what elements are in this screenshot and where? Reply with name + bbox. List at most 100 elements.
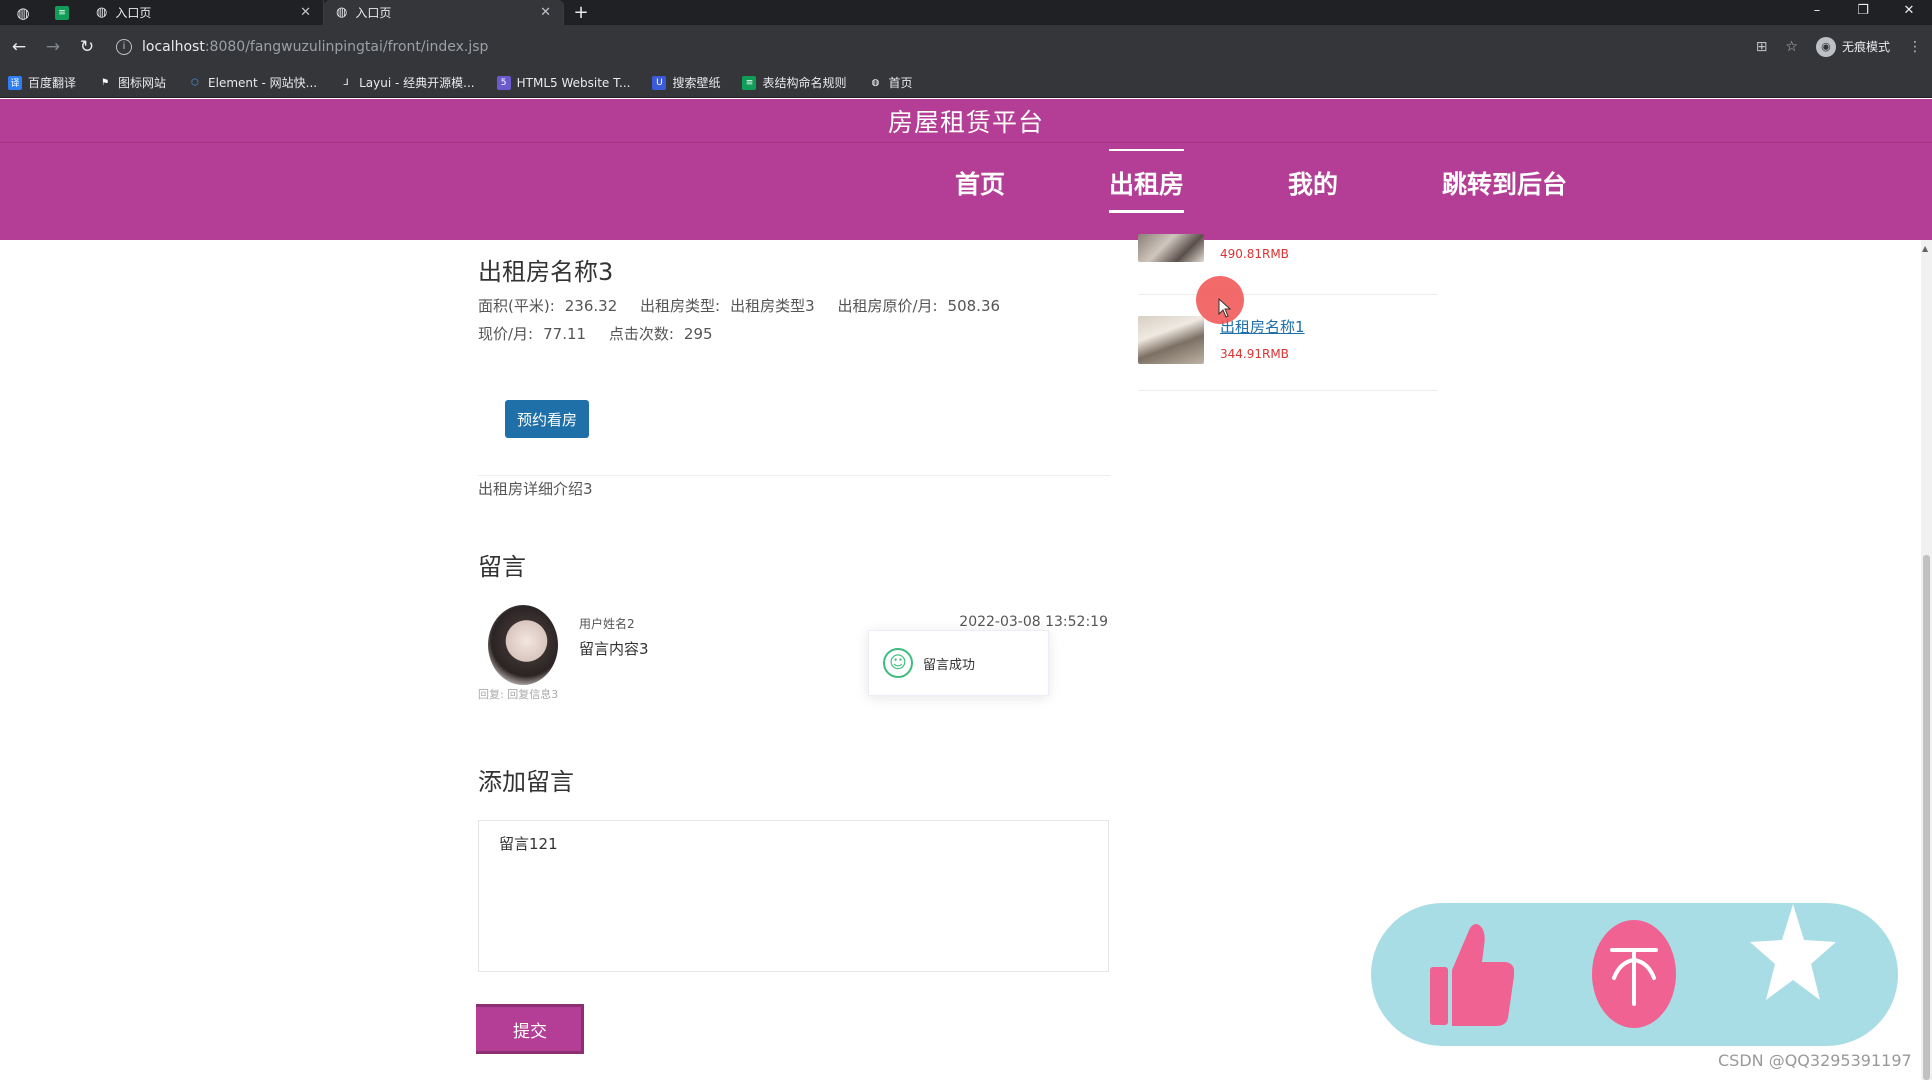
house-detail: 出租房详细介绍3 — [478, 480, 593, 498]
house-title: 出租房名称3 — [478, 258, 614, 286]
back-button[interactable]: ← — [4, 37, 34, 57]
close-icon[interactable]: ✕ — [540, 5, 551, 20]
close-window-button[interactable]: ✕ — [1886, 0, 1932, 25]
tab-label: 入口页 — [355, 6, 392, 20]
divider — [1138, 294, 1438, 295]
bookmark-item[interactable]: ⚑ 图标网站 — [98, 74, 166, 91]
bookmark-label: Element - 网站快... — [208, 76, 318, 90]
bookmark-star-icon[interactable]: ☆ — [1785, 39, 1798, 55]
avatar — [488, 605, 558, 685]
thumbs-up-icon[interactable] — [1430, 922, 1514, 1032]
bookmark-item[interactable]: ⅃ Layui - 经典开源模... — [339, 74, 475, 91]
bookmark-label: 搜索壁纸 — [672, 76, 721, 90]
add-comment-title: 添加留言 — [478, 768, 574, 796]
bookmarks-bar: 译百度翻译 ⚑ 图标网站 ⬡ Element - 网站快... ⅃ Layui - 经… — [0, 68, 1932, 98]
layui-icon: ⅃ — [343, 77, 349, 88]
comment-textarea[interactable]: 留言121 — [478, 820, 1109, 972]
menu-icon[interactable]: ⋮ — [1908, 39, 1922, 55]
divider — [1138, 390, 1438, 391]
scroll-thumb[interactable] — [1923, 555, 1930, 1080]
house-meta-line-2: 现价/月: 77.11 点击次数: 295 — [478, 323, 731, 344]
url-path: :8080/fangwuzulinpingtai/front/index.jsp — [204, 38, 489, 55]
translate-icon[interactable]: ⊞ — [1756, 39, 1768, 55]
nav-mine[interactable]: 我的 — [1288, 165, 1338, 201]
cursor-icon — [1218, 298, 1232, 318]
house-thumbnail[interactable] — [1138, 316, 1204, 364]
house-meta-line-1: 面积(平米): 236.32 出租房类型: 出租房类型3 出租房原价/月: 508.3… — [478, 295, 1018, 316]
bookmark-label: 百度翻译 — [28, 76, 77, 90]
item-price: 344.91RMB — [1220, 347, 1289, 361]
bookmark-item[interactable]: ◍ 首页 — [868, 74, 913, 91]
restore-button[interactable]: ❐ — [1840, 0, 1886, 25]
browser-tab-2[interactable]: ◍ 入口页 ✕ — [324, 0, 564, 25]
bookmark-item[interactable]: U 搜索壁纸 — [652, 74, 720, 91]
comment-reply: 回复: 回复信息3 — [478, 688, 559, 701]
bookmark-label: HTML5 Website T... — [516, 75, 631, 90]
type-label: 出租房类型: — [640, 297, 721, 315]
clicks-label: 点击次数: — [608, 325, 674, 343]
bookmark-item[interactable]: ⬡ Element - 网站快... — [188, 74, 317, 91]
comments-title: 留言 — [478, 553, 526, 581]
browser-tab-1[interactable]: ◍ 入口页 ✕ — [84, 0, 324, 25]
star-icon[interactable] — [1748, 900, 1838, 1010]
element-icon: ⬡ — [191, 77, 199, 88]
tab-label: 入口页 — [115, 6, 152, 20]
main-content: 出租房名称3 面积(平米): 236.32 出租房类型: 出租房类型3 出租房原价/… — [0, 234, 1932, 1080]
comment-time: 2022-03-08 13:52:19 — [959, 614, 1108, 630]
nav-rental[interactable]: 出租房 — [1109, 149, 1185, 213]
bookmark-label: 表结构命名规则 — [762, 76, 847, 90]
wallpaper-icon: U — [652, 75, 667, 90]
bookmark-item[interactable]: 译百度翻译 — [8, 74, 76, 91]
comment-content: 留言内容3 — [579, 640, 649, 658]
original-price-label: 出租房原价/月: — [837, 297, 938, 315]
sheet-icon: ≡ — [55, 5, 69, 20]
html5-icon: 5 — [496, 75, 511, 90]
success-toast: ☺ 留言成功 — [868, 630, 1049, 696]
toast-text: 留言成功 — [923, 657, 976, 673]
pinned-tab[interactable]: ≡ — [40, 0, 84, 25]
nav-home[interactable]: 首页 — [955, 165, 1005, 201]
globe-icon: ◍ — [336, 5, 348, 20]
baidu-translate-icon: 译 — [8, 75, 22, 90]
price-value: 77.11 — [543, 325, 587, 343]
smile-icon: ☺ — [883, 648, 913, 678]
chrome-globe-icon[interactable]: ◍ — [12, 2, 34, 24]
bookmark-item[interactable]: ≡ 表结构命名规则 — [742, 74, 846, 91]
browser-toolbar: ← → ↻ i localhost :8080/fangwuzulinpingt… — [0, 25, 1932, 68]
forward-button[interactable]: → — [38, 37, 68, 57]
globe-icon: ◍ — [871, 77, 880, 88]
back-to-top-icon[interactable] — [1592, 920, 1676, 1028]
bookmark-label: 首页 — [888, 76, 913, 90]
submit-button[interactable]: 提交 — [476, 1004, 584, 1054]
header-divider — [0, 142, 1932, 143]
incognito-label: 无痕模式 — [1841, 40, 1890, 54]
nav-admin[interactable]: 跳转到后台 — [1442, 165, 1567, 201]
bookmark-label: Layui - 经典开源模... — [359, 76, 475, 90]
site-header: 房屋租赁平台 首页 出租房 我的 跳转到后台 — [0, 99, 1932, 240]
bookmark-item[interactable]: 5 HTML5 Website T... — [496, 75, 631, 90]
house-thumbnail[interactable] — [1138, 234, 1204, 262]
original-price-value: 508.36 — [947, 297, 1001, 315]
flag-icon: ⚑ — [100, 77, 110, 88]
bookmark-label: 图标网站 — [118, 76, 167, 90]
divider — [478, 475, 1110, 476]
close-icon[interactable]: ✕ — [300, 5, 311, 20]
scroll-up-icon[interactable]: ▲ — [1922, 244, 1928, 253]
area-label: 面积(平米): — [478, 297, 555, 315]
minimize-button[interactable]: – — [1794, 0, 1840, 25]
incognito-indicator[interactable]: ◉ 无痕模式 — [1815, 36, 1890, 57]
site-title: 房屋租赁平台 — [887, 108, 1044, 137]
price-label: 现价/月: — [478, 325, 534, 343]
globe-icon: ◍ — [96, 5, 108, 20]
clicks-value: 295 — [683, 325, 713, 343]
window-controls: – ❐ ✕ — [1794, 0, 1932, 25]
info-icon[interactable]: i — [116, 38, 132, 55]
url-host: localhost — [142, 38, 205, 55]
new-tab-button[interactable]: + — [564, 1, 598, 25]
address-bar[interactable]: i localhost :8080/fangwuzulinpingtai/fro… — [116, 33, 1756, 61]
incognito-icon: ◉ — [1815, 36, 1836, 57]
scrollbar[interactable]: ▲ — [1921, 240, 1932, 1080]
reload-button[interactable]: ↻ — [72, 37, 102, 57]
book-viewing-button[interactable]: 预约看房 — [505, 400, 589, 438]
item-price: 490.81RMB — [1220, 247, 1289, 261]
